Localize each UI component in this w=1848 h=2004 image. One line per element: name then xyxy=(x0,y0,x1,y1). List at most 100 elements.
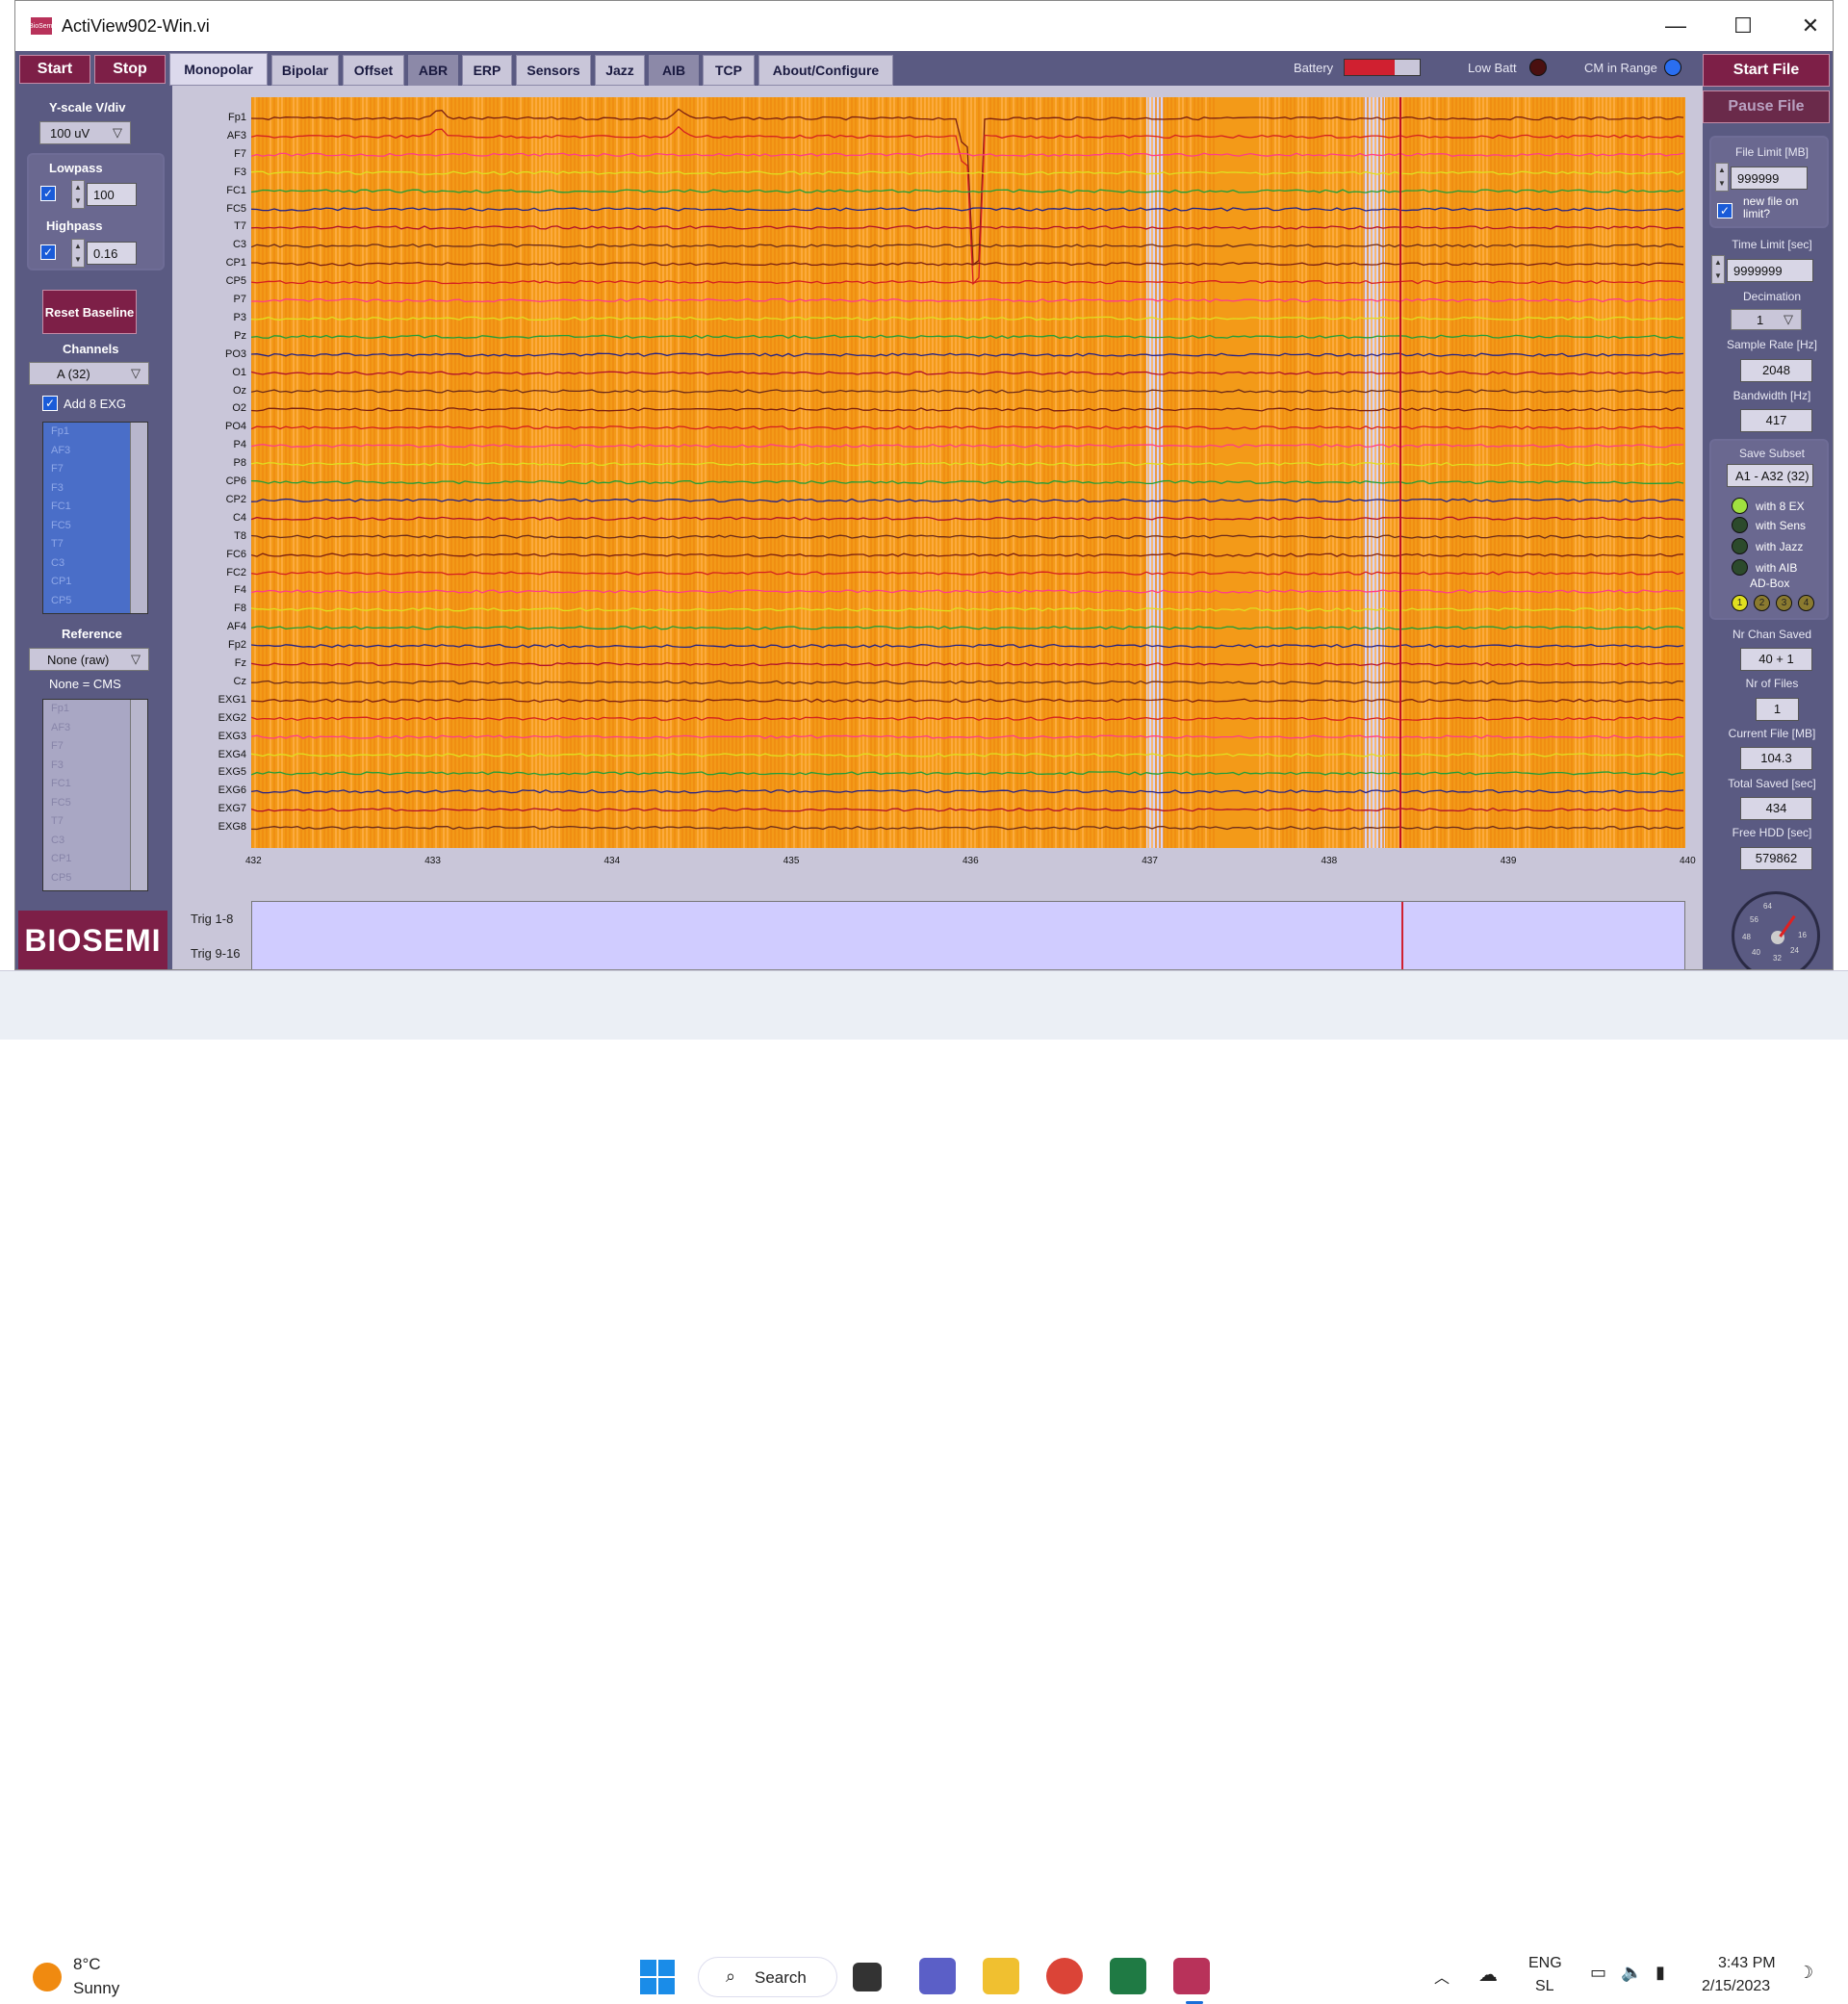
gauge-needle xyxy=(1779,914,1796,938)
channel-label: Oz xyxy=(232,384,246,397)
notifications-icon[interactable]: ☽ xyxy=(1798,1963,1813,1983)
channel-label: EXG3 xyxy=(218,730,246,742)
add-exg-checkbox[interactable]: ✓ xyxy=(42,396,58,411)
trigger-display xyxy=(251,901,1685,969)
ad-box-label: AD-Box xyxy=(1750,577,1790,590)
start-file-button[interactable]: Start File xyxy=(1703,54,1830,87)
current-file-label: Current File [MB] xyxy=(1728,727,1816,740)
file-limit-spinner[interactable]: ▲ ▼ xyxy=(1715,163,1729,192)
windows-start-icon[interactable] xyxy=(640,1960,675,1994)
teams-chat-icon[interactable] xyxy=(919,1958,956,1994)
tab-aib[interactable]: AIB xyxy=(649,55,699,86)
save-subset-input[interactable]: A1 - A32 (32) xyxy=(1727,464,1813,487)
total-saved-value: 434 xyxy=(1740,797,1812,820)
network-icon[interactable]: ▭ xyxy=(1590,1963,1606,1983)
pause-file-button[interactable]: Pause File xyxy=(1703,90,1830,123)
free-hdd-label: Free HDD [sec] xyxy=(1732,826,1812,839)
start-button[interactable]: Start xyxy=(19,55,90,84)
tab-abr[interactable]: ABR xyxy=(408,55,458,86)
language-primary[interactable]: ENG xyxy=(1528,1955,1562,1972)
new-file-label: new file on limit? xyxy=(1743,194,1799,220)
task-view-icon[interactable] xyxy=(853,1963,882,1991)
tab-erp[interactable]: ERP xyxy=(462,55,512,86)
channel-label: EXG1 xyxy=(218,693,246,706)
language-secondary[interactable]: SL xyxy=(1535,1978,1554,1995)
channel-label: T7 xyxy=(234,220,246,233)
stop-button[interactable]: Stop xyxy=(94,55,166,84)
tab-jazz[interactable]: Jazz xyxy=(595,55,645,86)
lowpass-checkbox[interactable]: ✓ xyxy=(40,186,56,201)
channel-label: F3 xyxy=(234,166,246,178)
onedrive-icon[interactable]: ☁ xyxy=(1478,1963,1498,1987)
reset-baseline-button[interactable]: Reset Baseline xyxy=(42,290,137,334)
weather-condition[interactable]: Sunny xyxy=(73,1979,119,1998)
reference-list[interactable]: Fp1 AF3 F7 F3 FC1 FC5 T7 C3 CP1 CP5 xyxy=(42,699,148,891)
highpass-spinner[interactable]: ▲ ▼ xyxy=(71,239,85,268)
maximize-button[interactable]: ☐ xyxy=(1709,1,1777,51)
channels-dropdown[interactable]: A (32) xyxy=(29,362,149,385)
tab-tcp[interactable]: TCP xyxy=(703,55,755,86)
weather-temperature[interactable]: 8°C xyxy=(73,1955,101,1974)
channel-label: CP5 xyxy=(225,275,246,288)
excel-icon[interactable] xyxy=(1110,1958,1146,1994)
highpass-label: Highpass xyxy=(46,218,103,233)
clock-date[interactable]: 2/15/2023 xyxy=(1702,1978,1770,1995)
tab-sensors[interactable]: Sensors xyxy=(516,55,591,86)
channel-label: F4 xyxy=(234,584,246,597)
channel-label: FC2 xyxy=(226,566,246,578)
channel-label: EXG2 xyxy=(218,711,246,724)
nr-files-value: 1 xyxy=(1756,698,1799,721)
cm-in-range-label: CM in Range xyxy=(1584,61,1657,75)
actiview-taskbar-icon[interactable] xyxy=(1173,1958,1210,1994)
tab-monopolar[interactable]: Monopolar xyxy=(169,53,268,86)
tab-bipolar[interactable]: Bipolar xyxy=(271,55,339,86)
yscale-label: Y-scale V/div xyxy=(49,100,126,115)
file-explorer-icon[interactable] xyxy=(983,1958,1019,1994)
with-jazz-label: with Jazz xyxy=(1756,540,1804,553)
channel-label: T8 xyxy=(234,529,246,542)
sample-rate-label: Sample Rate [Hz] xyxy=(1726,338,1818,351)
chevron-up-icon[interactable]: ︿ xyxy=(1434,1965,1450,1988)
clock-time[interactable]: 3:43 PM xyxy=(1718,1955,1776,1972)
window-title: ActiView902-Win.vi xyxy=(62,15,210,36)
time-limit-label: Time Limit [sec] xyxy=(1732,238,1812,251)
channel-label: PO3 xyxy=(224,347,246,360)
channel-label: EXG5 xyxy=(218,766,246,779)
tab-offset[interactable]: Offset xyxy=(343,55,404,86)
highpass-checkbox[interactable]: ✓ xyxy=(40,244,56,260)
current-file-value: 104.3 xyxy=(1740,747,1812,770)
reference-list-scrollbar[interactable] xyxy=(130,700,147,890)
tab-about-configure[interactable]: About/Configure xyxy=(758,55,893,86)
lowpass-spinner[interactable]: ▲ ▼ xyxy=(71,180,85,209)
sun-icon[interactable] xyxy=(33,1963,62,1991)
biosemi-app-icon: BioSemi xyxy=(29,17,54,35)
title-bar: BioSemi ActiView902-Win.vi — ☐ ✕ xyxy=(15,1,1833,51)
decimation-dropdown[interactable]: 1 xyxy=(1731,309,1802,330)
close-button[interactable]: ✕ xyxy=(1777,1,1833,51)
time-limit-input[interactable]: 9999999 xyxy=(1727,259,1813,282)
taskbar-search[interactable]: ⌕ Search xyxy=(698,1957,837,1997)
file-limit-input[interactable]: 999999 xyxy=(1731,167,1808,190)
eeg-traces xyxy=(251,97,1684,848)
lowpass-input[interactable]: 100 xyxy=(87,183,137,206)
channel-list[interactable]: Fp1 AF3 F7 F3 FC1 FC5 T7 C3 CP1 CP5 xyxy=(42,422,148,614)
gauge-label: 32 xyxy=(1773,954,1782,963)
with-sens-led xyxy=(1732,517,1748,533)
highpass-input[interactable]: 0.16 xyxy=(87,242,137,265)
chrome-icon[interactable] xyxy=(1046,1958,1083,1994)
yscale-dropdown[interactable]: 100 uV xyxy=(39,121,131,144)
minimize-button[interactable]: — xyxy=(1642,1,1709,51)
x-tick-label: 437 xyxy=(1142,856,1158,866)
reference-note: None = CMS xyxy=(49,677,121,691)
new-file-checkbox[interactable]: ✓ xyxy=(1717,203,1732,218)
x-tick-label: 440 xyxy=(1680,856,1696,866)
time-limit-spinner[interactable]: ▲ ▼ xyxy=(1711,255,1725,284)
gauge-label: 48 xyxy=(1742,933,1751,941)
add-exg-label: Add 8 EXG xyxy=(64,397,127,411)
channel-list-scrollbar[interactable] xyxy=(130,423,147,613)
free-hdd-value: 579862 xyxy=(1740,847,1812,870)
reference-dropdown[interactable]: None (raw) xyxy=(29,648,149,671)
battery-icon[interactable]: ▮ xyxy=(1656,1963,1665,1983)
gauge-label: 24 xyxy=(1790,946,1799,955)
volume-icon[interactable]: 🔈 xyxy=(1621,1963,1642,1983)
